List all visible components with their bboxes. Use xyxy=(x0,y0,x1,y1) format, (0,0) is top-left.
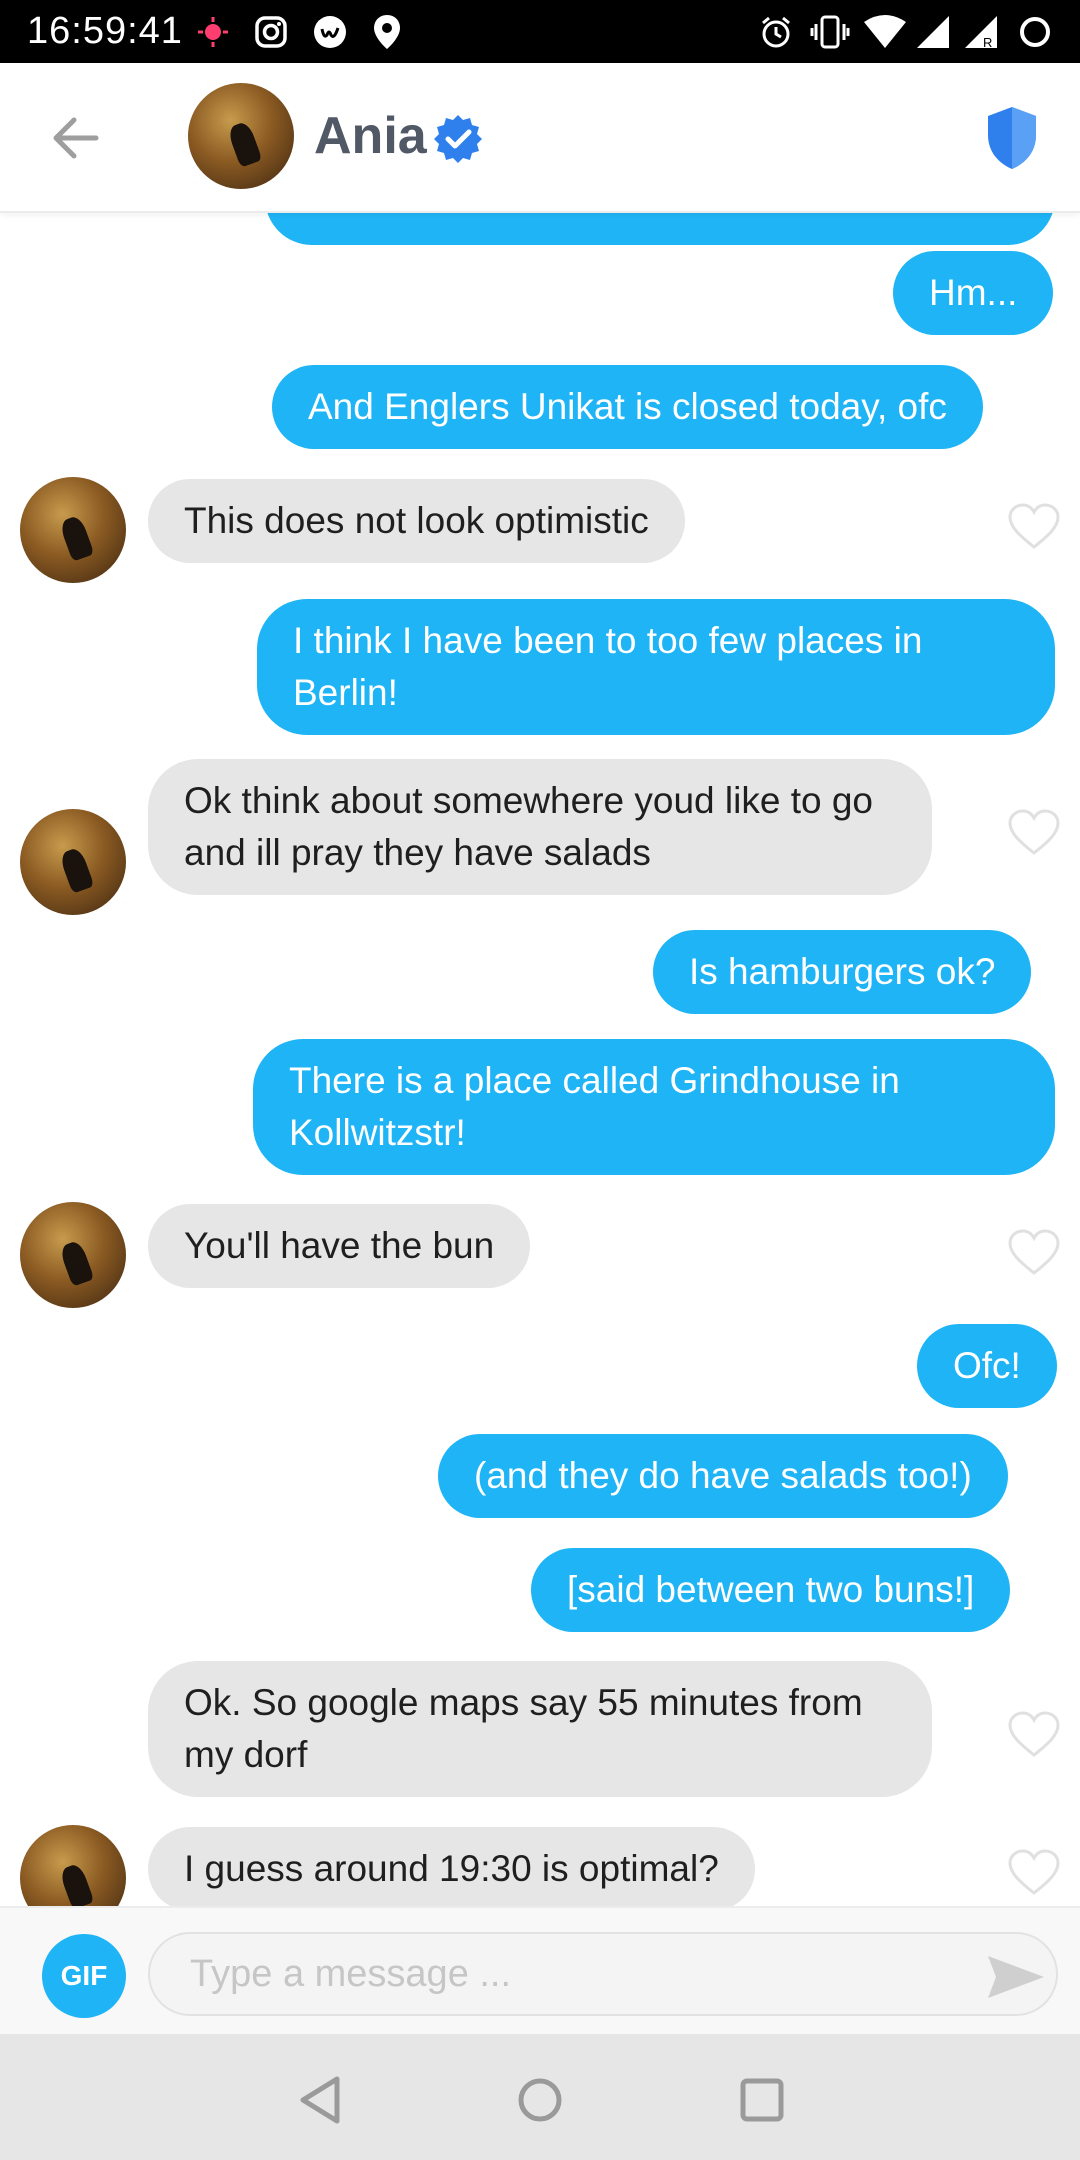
message-bubble-outgoing[interactable]: Hm... xyxy=(893,251,1054,335)
nav-home-button[interactable] xyxy=(512,2072,568,2128)
heart-like-icon[interactable] xyxy=(1006,1709,1062,1759)
heart-like-icon[interactable] xyxy=(1006,1847,1062,1897)
heart-like-icon[interactable] xyxy=(1006,807,1062,857)
message-bubble-outgoing[interactable]: And Englers Unikat is closed today, ofc xyxy=(272,365,983,449)
message-bubble-incoming[interactable]: I guess around 19:30 is optimal? xyxy=(148,1827,755,1906)
message-bubble-incoming[interactable]: Ok. So google maps say 55 minutes from m… xyxy=(148,1661,932,1797)
contact-avatar-small[interactable] xyxy=(20,809,126,915)
square-recents-icon xyxy=(740,2078,784,2122)
message-bubble-outgoing[interactable]: I think I have been to too few places in… xyxy=(257,599,1055,735)
wifi-icon xyxy=(862,0,908,63)
system-nav-bar xyxy=(0,2034,1080,2160)
chat-header: Ania xyxy=(0,63,1080,213)
triangle-back-icon xyxy=(300,2076,340,2124)
contact-avatar-small[interactable] xyxy=(20,477,126,583)
instagram-icon xyxy=(253,0,289,63)
send-button[interactable] xyxy=(986,1952,1046,2002)
signal-roaming-icon: R xyxy=(962,0,1000,63)
contact-avatar-small[interactable] xyxy=(20,1825,126,1906)
status-bar: 16:59:41 R xyxy=(0,0,1080,63)
contact-name[interactable]: Ania xyxy=(314,103,427,169)
arrow-left-icon xyxy=(53,117,99,159)
vibrate-icon xyxy=(810,0,850,63)
verified-badge-icon xyxy=(434,115,482,163)
back-button[interactable] xyxy=(40,103,110,173)
contact-avatar[interactable] xyxy=(188,83,294,189)
message-bubble-outgoing[interactable]: Is hamburgers ok? xyxy=(653,930,1032,1014)
alarm-icon xyxy=(758,0,794,63)
message-bubble-outgoing[interactable] xyxy=(265,211,1055,245)
svg-text:R: R xyxy=(983,35,992,50)
message-bubble-outgoing[interactable]: Ofc! xyxy=(917,1324,1057,1408)
nav-back-button[interactable] xyxy=(292,2072,348,2128)
app-icon xyxy=(312,0,348,63)
contact-avatar-small[interactable] xyxy=(20,1202,126,1308)
status-time: 16:59:41 xyxy=(27,10,183,52)
message-bubble-outgoing[interactable]: (and they do have salads too!) xyxy=(438,1434,1008,1518)
message-bubble-incoming[interactable]: You'll have the bun xyxy=(148,1204,531,1288)
heart-like-icon[interactable] xyxy=(1006,501,1062,551)
message-bubble-incoming[interactable]: This does not look optimistic xyxy=(148,479,685,563)
gif-label: GIF xyxy=(60,1960,108,1991)
circle-home-icon xyxy=(518,2078,562,2122)
battery-icon xyxy=(1016,0,1054,63)
signal-icon xyxy=(914,0,952,63)
message-list[interactable]: Hm... And Englers Unikat is closed today… xyxy=(0,211,1080,1906)
message-input[interactable] xyxy=(148,1932,1058,2016)
nav-recents-button[interactable] xyxy=(734,2072,790,2128)
gif-button[interactable]: GIF xyxy=(42,1934,126,2018)
heart-like-icon[interactable] xyxy=(1006,1227,1062,1277)
message-bubble-outgoing[interactable]: There is a place called Grindhouse in Ko… xyxy=(253,1039,1055,1175)
safety-shield-icon[interactable] xyxy=(982,103,1042,173)
message-bubble-outgoing[interactable]: [said between two buns!] xyxy=(531,1548,1011,1632)
location-icon xyxy=(370,0,404,63)
message-bubble-incoming[interactable]: Ok think about somewhere youd like to go… xyxy=(148,759,932,895)
message-composer: GIF xyxy=(0,1906,1080,2036)
record-icon xyxy=(198,0,228,63)
